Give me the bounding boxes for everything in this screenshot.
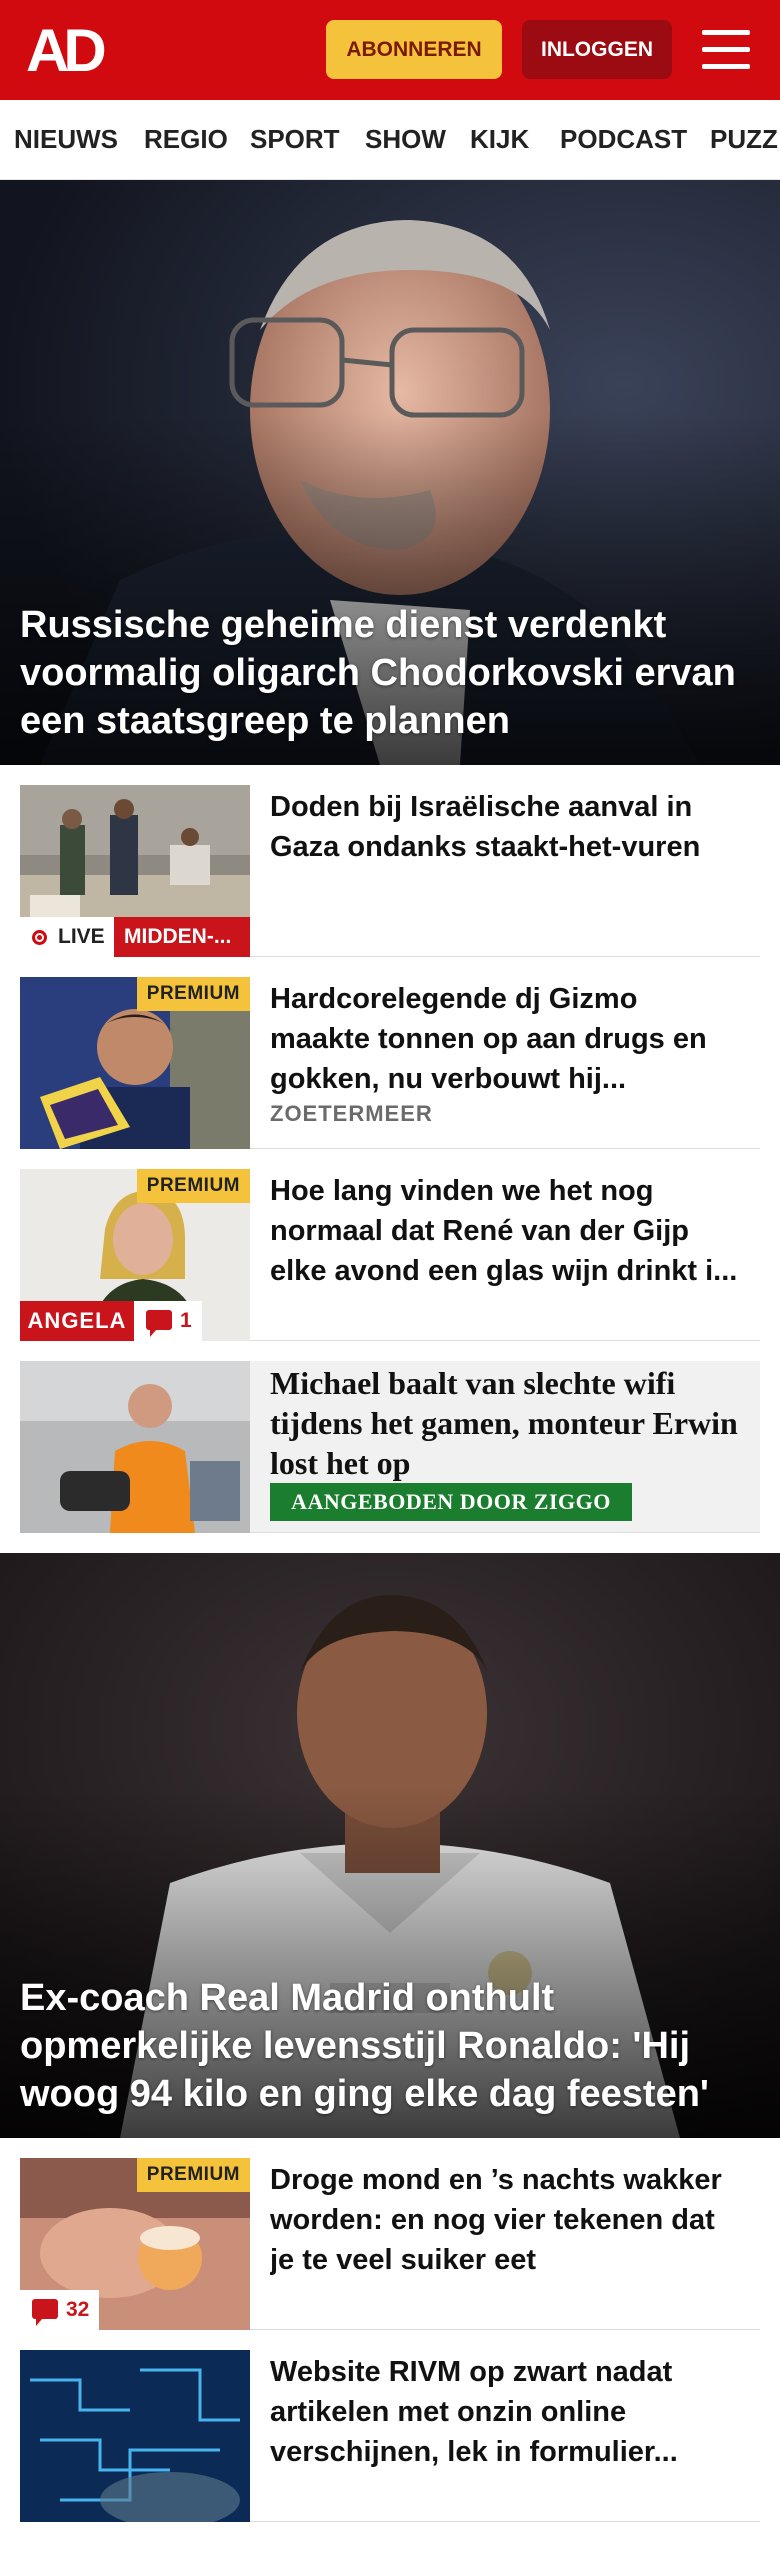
article-thumbnail: PREMIUM (20, 977, 250, 1149)
article-thumbnail: LIVE MIDDEN-... (20, 785, 250, 957)
nav-item-regio[interactable]: REGIO (144, 100, 228, 179)
nav-item-show[interactable]: SHOW (365, 100, 446, 179)
comment-count[interactable]: 32 (20, 2290, 100, 2330)
column-author-badge: ANGELA (20, 1301, 134, 1341)
live-badge: LIVE (20, 917, 114, 957)
article-title[interactable]: Droge mond en ’s nachts wakker worden: e… (270, 2160, 740, 2280)
article-row[interactable]: Website RIVM op zwart nadat artikelen me… (20, 2350, 760, 2522)
article-row[interactable]: LIVE MIDDEN-... Doden bij Israëlische aa… (20, 785, 760, 957)
live-indicator-icon (32, 930, 47, 945)
article-thumbnail: PREMIUM 32 (20, 2158, 250, 2330)
article-title[interactable]: Hoe lang vinden we het nog normaal dat R… (270, 1171, 740, 1291)
nav-item-sport[interactable]: SPORT (250, 100, 340, 179)
article-row[interactable]: PREMIUM Hardcorelegende dj Gizmo maakte … (20, 977, 760, 1149)
article-title[interactable]: Website RIVM op zwart nadat artikelen me… (270, 2352, 740, 2472)
comment-icon (32, 2299, 58, 2326)
nav-item-nieuws[interactable]: NIEUWS (14, 100, 118, 179)
hero-headline[interactable]: Ex-coach Real Madrid onthult opmerkelijk… (20, 1974, 756, 2118)
article-title[interactable]: Hardcorelegende dj Gizmo maakte tonnen o… (270, 979, 740, 1099)
subscribe-button[interactable]: ABONNEREN (326, 20, 502, 79)
top-bar: AD ABONNEREN INLOGGEN (0, 0, 780, 100)
nav-item-kijk[interactable]: KIJK (470, 100, 529, 179)
category-badge: MIDDEN-... (114, 917, 250, 957)
nav-item-puzzels[interactable]: PUZZ (710, 100, 778, 179)
ad-logo[interactable]: AD (26, 21, 116, 81)
comment-count[interactable]: 1 (134, 1301, 202, 1341)
article-row[interactable]: PREMIUM 32 Droge mond en ’s nachts wakke… (20, 2158, 760, 2330)
section-nav: NIEUWS REGIO SPORT SHOW KIJK PODCAST PUZ… (0, 100, 780, 180)
article-row[interactable]: PREMIUM ANGELA 1 Hoe lang vinden we het … (20, 1169, 760, 1341)
premium-badge: PREMIUM (136, 977, 250, 1011)
article-title[interactable]: Michael baalt van slechte wifi tijdens h… (270, 1363, 740, 1483)
article-thumbnail: PREMIUM ANGELA 1 (20, 1169, 250, 1341)
hero-headline[interactable]: Russische geheime dienst verdenkt voorma… (20, 601, 756, 745)
sponsored-article-row[interactable]: Michael baalt van slechte wifi tijdens h… (20, 1361, 760, 1533)
hero-article-1[interactable]: Russische geheime dienst verdenkt voorma… (0, 180, 780, 765)
hero-article-2[interactable]: Ex-coach Real Madrid onthult opmerkelijk… (0, 1553, 780, 2138)
sponsor-label: AANGEBODEN DOOR ZIGGO (270, 1483, 632, 1521)
nav-item-podcast[interactable]: PODCAST (560, 100, 687, 179)
comment-icon (146, 1310, 172, 1337)
article-region: ZOETERMEER (270, 1101, 433, 1126)
article-title[interactable]: Doden bij Israëlische aanval in Gaza ond… (270, 787, 740, 867)
article-thumbnail (20, 2350, 250, 2522)
premium-badge: PREMIUM (136, 2158, 250, 2192)
premium-badge: PREMIUM (136, 1169, 250, 1203)
login-button[interactable]: INLOGGEN (522, 20, 672, 79)
article-thumbnail (20, 1361, 250, 1533)
hamburger-menu-icon[interactable] (700, 26, 754, 74)
